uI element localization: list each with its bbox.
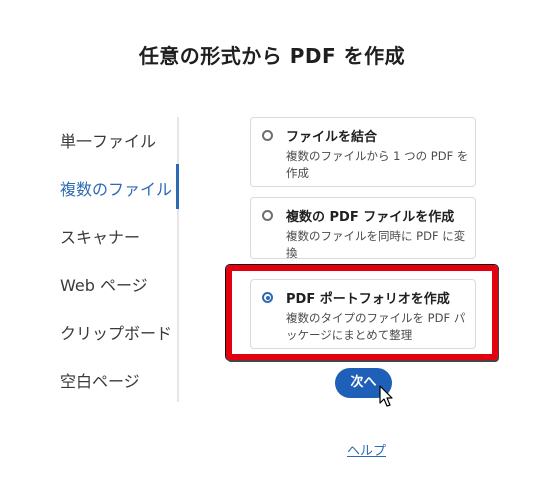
radio-create-multiple-pdfs[interactable]	[262, 210, 273, 221]
option-title: 複数の PDF ファイルを作成	[286, 210, 455, 225]
highlight-box	[226, 265, 498, 360]
option-description: 複数のファイルを同時に PDF に変換	[286, 229, 466, 259]
sidebar-item-blank-page[interactable]: 空白ページ	[60, 368, 140, 392]
sidebar-item-web-page[interactable]: Web ページ	[60, 272, 148, 296]
sidebar-item-single-file[interactable]: 単一ファイル	[60, 128, 156, 152]
sidebar-divider	[177, 117, 179, 402]
mouse-pointer-icon	[379, 385, 393, 407]
option-description: 複数のファイルから 1 つの PDF を作成	[286, 149, 469, 180]
radio-combine-files[interactable]	[262, 130, 273, 141]
sidebar-item-scanner[interactable]: スキャナー	[60, 224, 140, 248]
sidebar-item-multiple-files[interactable]: 複数のファイル	[60, 176, 172, 200]
option-combine-files[interactable]: ファイルを結合 複数のファイルから 1 つの PDF を作成	[250, 117, 476, 187]
sidebar-active-indicator	[176, 164, 179, 209]
sidebar-item-clipboard[interactable]: クリップボード	[60, 320, 172, 344]
dialog-title: 任意の形式から PDF を作成	[138, 44, 406, 68]
option-create-multiple-pdfs[interactable]: 複数の PDF ファイルを作成 複数のファイルを同時に PDF に変換	[250, 197, 476, 259]
option-title: ファイルを結合	[286, 130, 378, 145]
help-link[interactable]: ヘルプ	[347, 440, 386, 459]
